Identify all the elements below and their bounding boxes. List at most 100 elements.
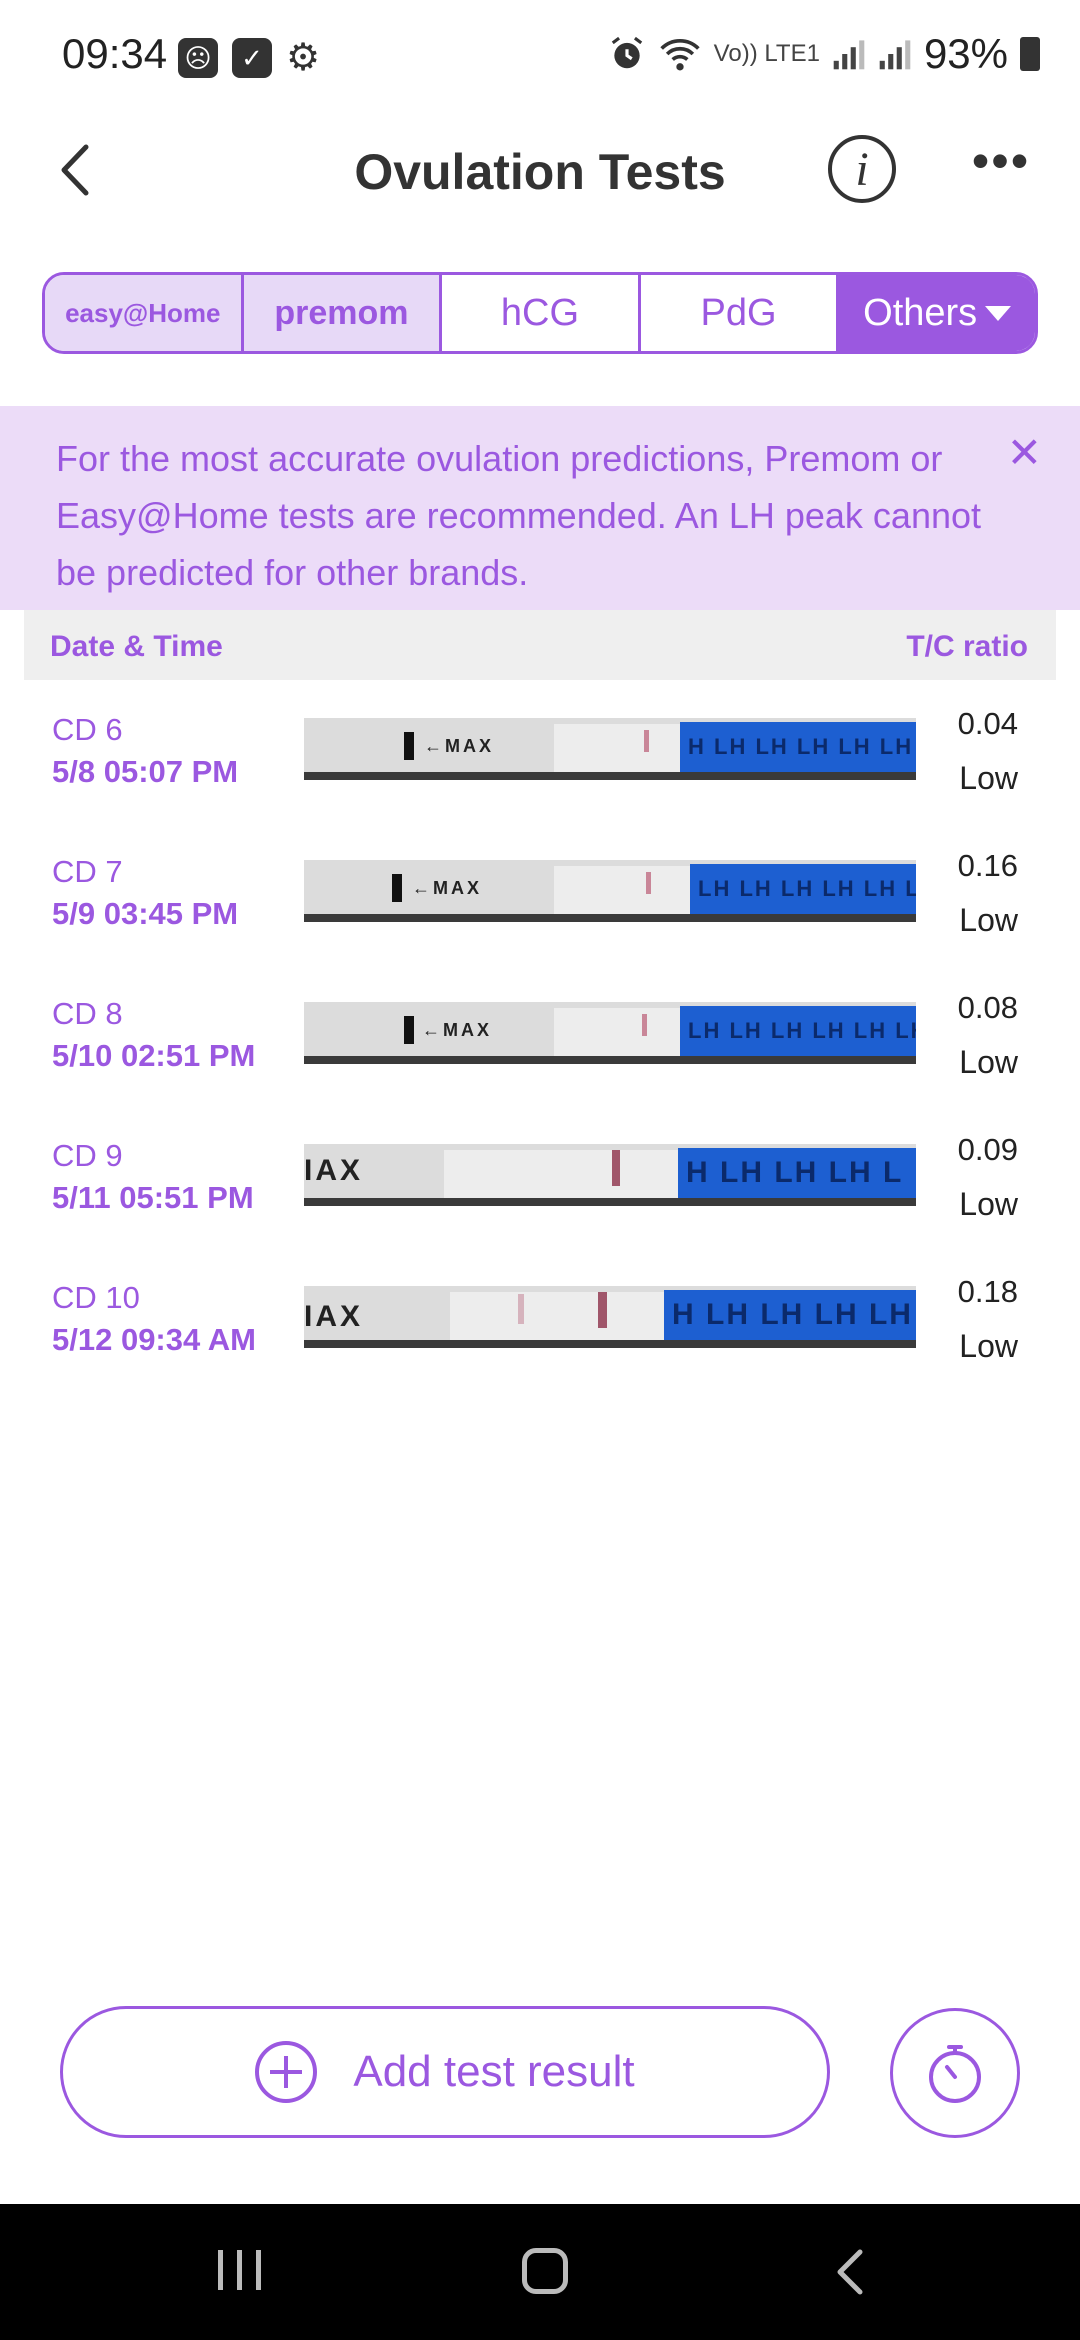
system-back-button[interactable] [830,2244,870,2305]
banner-text: For the most accurate ovulation predicti… [56,438,982,593]
test-line-control [518,1294,524,1324]
page-title: Ovulation Tests [354,144,726,200]
tab-hcg[interactable]: hCG [442,275,641,351]
cycle-day: CD 9 [52,1138,123,1173]
test-line [642,1014,647,1036]
home-button[interactable] [522,2248,568,2294]
strip-shadow [304,1056,916,1064]
strip-max-label: IAX [304,1154,364,1187]
lh-level: Low [959,1044,1018,1080]
tc-ratio-value: 0.18 [957,1274,1018,1309]
test-strip-image: IAX H LH LH LH L [304,1144,916,1206]
battery-percent: 93% [923,30,1008,77]
premom-logo: premom [274,293,409,332]
notification-icon: ☹ [178,38,218,78]
table-header: Date & Time T/C ratio [24,610,1056,680]
strip-marker [404,732,414,760]
strip-max-label: IAX [304,1300,364,1333]
tab-label: Others [863,291,978,334]
caret-down-icon [985,305,1012,321]
strip-shadow [304,1198,916,1206]
brand-tabs: easy@Home premom hCG PdG Others [42,272,1038,354]
app-header: Ovulation Tests i ••• [0,115,1080,225]
tab-pdg[interactable]: PdG [641,275,840,351]
lh-level: Low [959,902,1018,938]
test-line [598,1292,607,1328]
plus-circle-icon [255,2041,318,2103]
signal-icon [833,40,865,70]
gear-icon: ⚙ [286,37,321,79]
test-results-list: CD 6 5/8 05:07 PM ←MAX H LH LH LH LH LH … [0,680,1080,1390]
test-strip-image: ←MAX LH LH LH LH LH LH LH [304,860,916,922]
strip-handle: H LH LH LH LH [664,1290,916,1340]
strip-marker [392,874,402,902]
info-button[interactable]: i [828,135,896,203]
more-options-button[interactable]: ••• [966,136,1036,201]
tab-others[interactable]: Others [839,275,1035,351]
tab-premom[interactable]: premom [243,275,443,351]
strip-marker [404,1016,414,1044]
tab-label: PdG [700,291,777,334]
recent-apps-button[interactable] [218,2250,261,2290]
test-datetime: 5/9 03:45 PM [52,896,239,931]
easy-home-logo: easy@Home [65,297,221,328]
tab-easy-home[interactable]: easy@Home [45,275,244,351]
column-header-tc-ratio: T/C ratio [906,630,1028,663]
strip-shadow [304,772,916,780]
alarm-icon [611,36,642,69]
close-icon[interactable]: ✕ [1007,432,1042,474]
column-header-date-time: Date & Time [50,630,223,663]
strip-handle: LH LH LH LH LH LH LH [690,864,916,914]
lh-level: Low [959,760,1018,796]
battery-icon [1020,37,1040,71]
recommendation-banner: For the most accurate ovulation predicti… [0,406,1080,610]
test-strip-image: ←MAX H LH LH LH LH LH LH LH [304,718,916,780]
add-test-result-button[interactable]: Add test result [60,2006,830,2138]
test-strip-image: ←MAX LH LH LH LH LH LH LH [304,1002,916,1064]
test-result-row[interactable]: CD 10 5/12 09:34 AM IAX H LH LH LH LH 0.… [0,1248,1080,1390]
test-datetime: 5/8 05:07 PM [52,754,239,789]
add-test-result-label: Add test result [353,2047,635,2096]
test-line [646,872,651,894]
signal-icon [879,40,911,70]
strip-max-label: ←MAX [424,736,494,756]
strip-handle: H LH LH LH LH LH LH LH [680,722,916,772]
system-nav-bar [0,2204,1080,2340]
test-line [644,730,649,752]
strip-shadow [304,914,916,922]
tc-ratio-value: 0.16 [957,848,1018,883]
strip-handle: LH LH LH LH LH LH LH [680,1006,916,1056]
status-bar: 09:34 ☹ ✓ ⚙ Vo)) LTE1 93% [0,0,1080,115]
lh-level: Low [959,1186,1018,1222]
status-time: 09:34 [62,30,168,77]
test-datetime: 5/10 02:51 PM [52,1038,256,1073]
status-system-icons: Vo)) LTE1 93% [608,30,1040,78]
wifi-icon [660,38,700,71]
cycle-day: CD 7 [52,854,123,889]
test-result-row[interactable]: CD 6 5/8 05:07 PM ←MAX H LH LH LH LH LH … [0,680,1080,822]
tab-label: hCG [500,291,580,334]
test-result-row[interactable]: CD 9 5/11 05:51 PM IAX H LH LH LH L 0.09… [0,1106,1080,1248]
network-type-label: Vo)) LTE1 [713,40,820,67]
cycle-day: CD 10 [52,1280,140,1315]
stopwatch-icon [929,2045,981,2103]
cycle-day: CD 8 [52,996,123,1031]
tc-ratio-value: 0.09 [957,1132,1018,1167]
test-result-row[interactable]: CD 7 5/9 03:45 PM ←MAX LH LH LH LH LH LH… [0,822,1080,964]
cycle-day: CD 6 [52,712,123,747]
strip-max-label: ←MAX [422,1020,492,1040]
status-notification-icons: ☹ ✓ ⚙ [178,38,326,78]
test-datetime: 5/12 09:34 AM [52,1322,256,1357]
lh-level: Low [959,1328,1018,1364]
tc-ratio-value: 0.04 [957,706,1018,741]
test-datetime: 5/11 05:51 PM [52,1180,254,1215]
strip-shadow [304,1340,916,1348]
test-strip-image: IAX H LH LH LH LH [304,1286,916,1348]
test-line [612,1150,620,1186]
test-result-row[interactable]: CD 8 5/10 02:51 PM ←MAX LH LH LH LH LH L… [0,964,1080,1106]
tc-ratio-value: 0.08 [957,990,1018,1025]
strip-max-label: ←MAX [412,878,482,898]
checkbox-icon: ✓ [232,38,272,78]
timer-button[interactable] [890,2008,1020,2138]
chevron-left-icon [837,2249,863,2295]
